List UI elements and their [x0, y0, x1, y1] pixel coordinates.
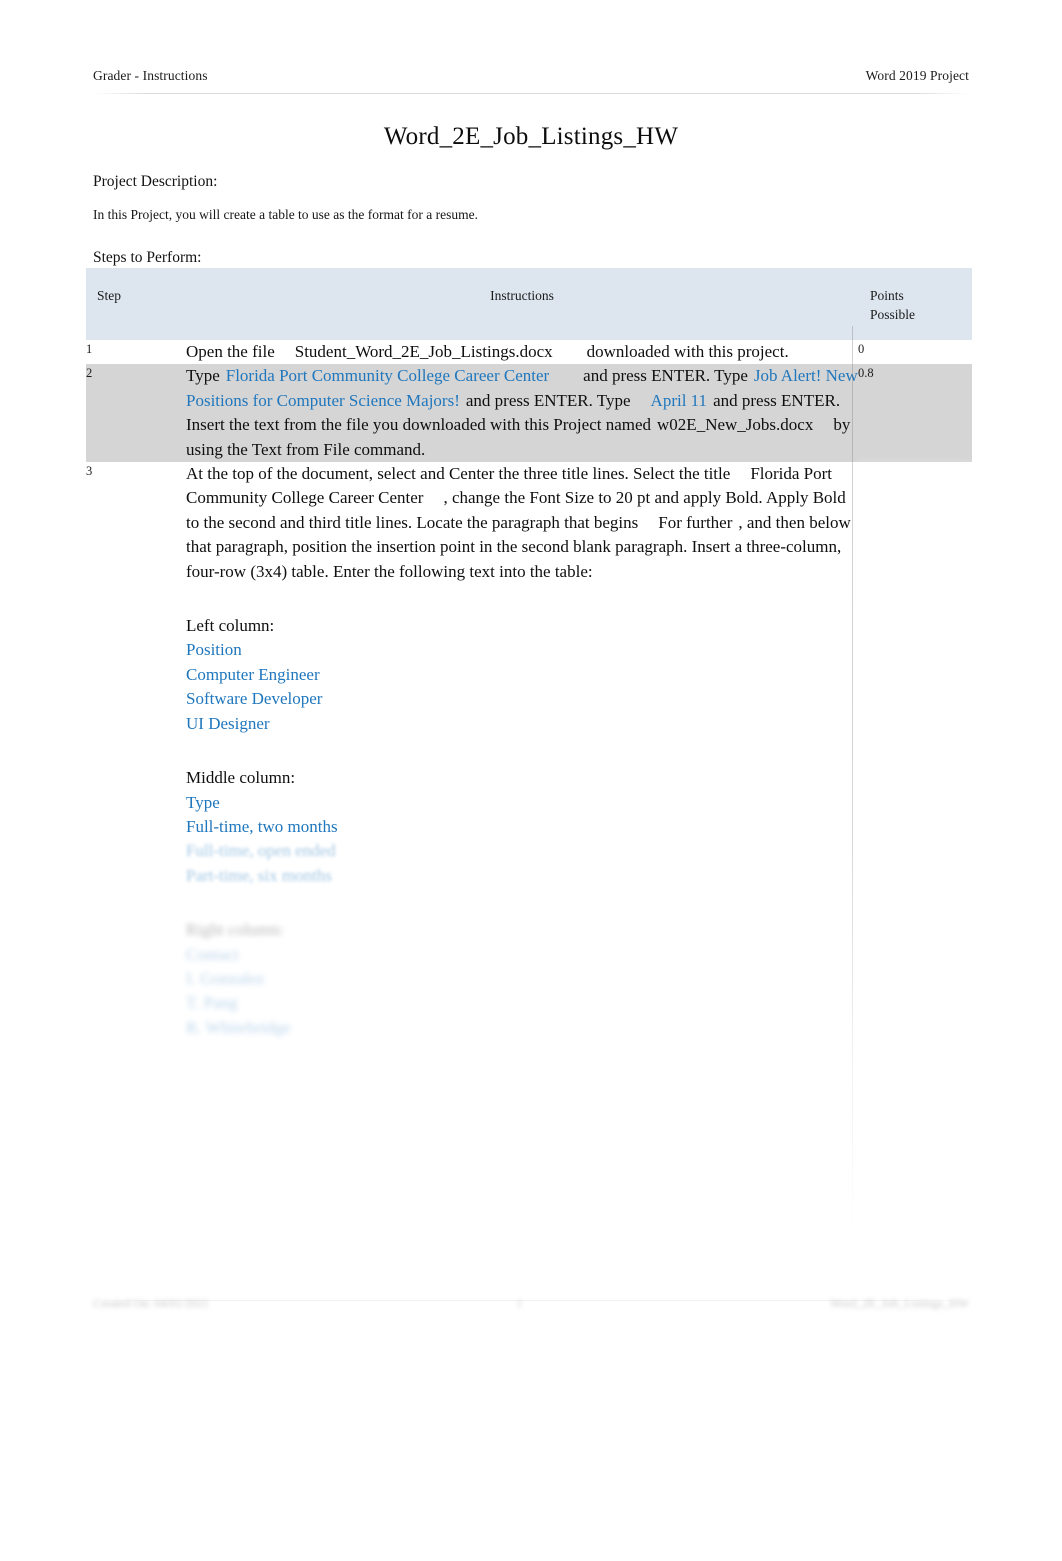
left-column-heading: Left column: [186, 616, 275, 636]
right-column-item: I. Gonzalez [186, 968, 265, 988]
steps-table: Step Instructions Points Possible 1 Open… [86, 268, 972, 1041]
left-column-block: Left column: Position Computer Engineer … [186, 614, 858, 736]
instruction-type-value: Florida Port Community College Career Ce… [225, 366, 550, 386]
instruction-text-tail: downloaded with this project. [586, 342, 789, 361]
instruction-filename: w02E_New_Jobs.docx [657, 415, 814, 435]
instruction-type-value: April 11 [650, 390, 708, 410]
step-number: 3 [86, 462, 186, 1041]
step-instructions: Type Florida Port Community College Caree… [186, 364, 858, 463]
footer-page-number: 1 [516, 1295, 523, 1310]
header-left-text: Grader - Instructions [93, 68, 208, 83]
column-header-step: Step [86, 268, 186, 340]
middle-column-heading: Middle column: [186, 768, 296, 788]
page-title: Word_2E_Job_Listings_HW [383, 123, 679, 150]
column-header-points: Points Possible [858, 268, 972, 340]
middle-column-block: Middle column: Type Full-time, two month… [186, 766, 858, 888]
right-column-item: R. Whitebridge [186, 1017, 291, 1037]
middle-column-item: Full-time, open ended [186, 841, 336, 861]
intro-block: Project Description: In this Project, yo… [93, 170, 969, 270]
table-row: 2 Type Florida Port Community College Car… [86, 364, 972, 463]
points-value: 0.8 [858, 364, 972, 463]
middle-column-item: Type [186, 792, 220, 812]
points-header-line2: Possible [870, 307, 916, 322]
left-column-item: Software Developer [186, 689, 323, 709]
project-description-text: In this Project, you will create a table… [93, 207, 478, 222]
step-instructions: Open the file Student_Word_2E_Job_Listing… [186, 340, 858, 365]
right-column-item: Contact [186, 944, 239, 964]
right-column-item: T. Pang [186, 993, 238, 1013]
left-column-item: Computer Engineer [186, 664, 320, 684]
middle-column-item: Full-time, two months [186, 816, 338, 836]
points-value: 0 [858, 340, 972, 365]
left-column-item: Position [186, 640, 242, 660]
instruction-filename: Student_Word_2E_Job_Listings.docx [294, 342, 553, 361]
document-footer: Created On: 04/01/2021 1 Word_2E_Job_Lis… [93, 1290, 969, 1316]
middle-column-item: Part-time, six months [186, 865, 332, 885]
table-row: 1 Open the file Student_Word_2E_Job_Listi… [86, 340, 972, 365]
left-column-item: UI Designer [186, 713, 270, 733]
instruction-paragraph-1: At the top of the document, select and C… [186, 464, 731, 484]
instruction-text: and press ENTER. Type [583, 366, 748, 386]
instruction-text: Type [186, 366, 220, 386]
document-page: Grader - Instructions Word 2019 Project … [0, 0, 1062, 1561]
table-row: 3 At the top of the document, select and… [86, 462, 972, 1041]
step-number: 1 [86, 340, 186, 365]
column-header-instructions: Instructions [186, 268, 858, 340]
instruction-text: Open the file [186, 342, 275, 361]
instruction-text: and press ENTER. Type [465, 390, 631, 410]
points-header-line1: Points [870, 288, 904, 303]
right-column-block: Right column: Contact I. Gonzalez T. Pan… [186, 918, 858, 1040]
points-value [858, 462, 972, 1041]
step-instructions: At the top of the document, select and C… [186, 462, 858, 1041]
header-divider [93, 93, 969, 94]
instruction-begins-quote: For further [658, 512, 733, 532]
table-header-row: Step Instructions Points Possible [86, 268, 972, 340]
step-number: 2 [86, 364, 186, 463]
steps-to-perform-label: Steps to Perform: [93, 249, 202, 266]
footer-right-text: Word_2E_Job_Listings_HW [829, 1295, 969, 1310]
table-column-divider [852, 326, 853, 1246]
footer-left-text: Created On: 04/01/2021 [93, 1295, 209, 1310]
project-description-label: Project Description: [93, 173, 218, 190]
right-column-heading: Right column: [186, 920, 284, 940]
document-header: Grader - Instructions Word 2019 Project [93, 68, 969, 92]
header-right-text: Word 2019 Project [865, 68, 969, 83]
